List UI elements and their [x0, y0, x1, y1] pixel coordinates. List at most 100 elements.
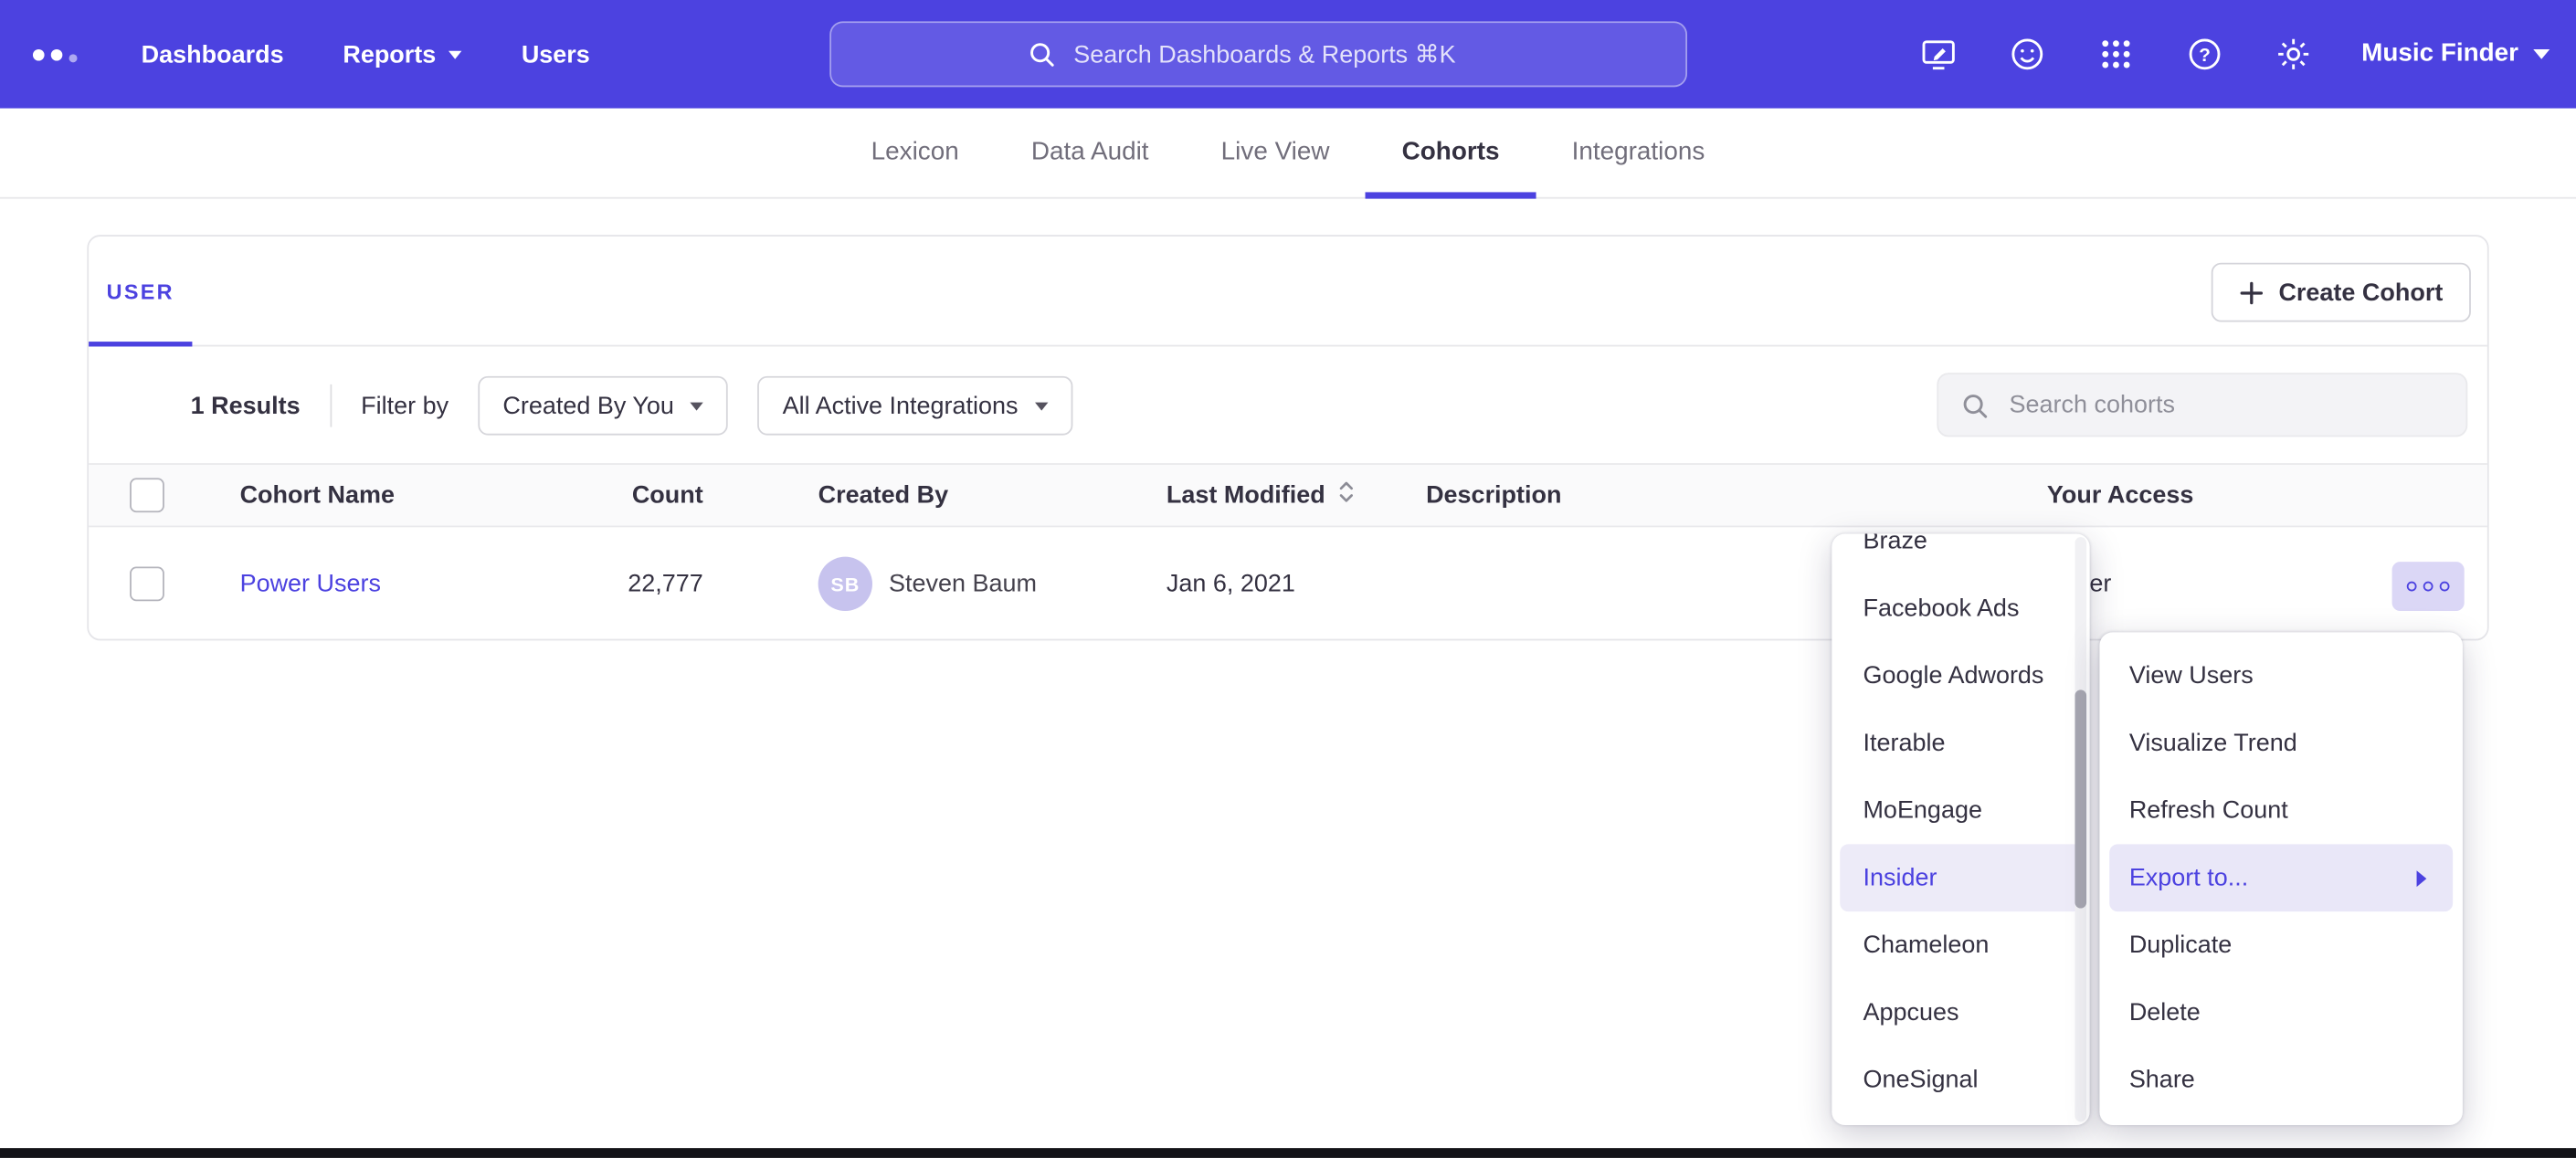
- plus-icon: [2239, 280, 2264, 305]
- global-search-input[interactable]: [1071, 38, 1491, 69]
- apps-grid-button[interactable]: [2096, 33, 2138, 76]
- cohorts-panel: USER Create Cohort 1 Results Filter by C…: [87, 235, 2488, 640]
- created-by-name: Steven Baum: [889, 527, 1037, 640]
- ellipsis-icon: [2423, 582, 2433, 592]
- tab-label: Integrations: [1572, 138, 1705, 167]
- logo-dot: [51, 48, 63, 60]
- menu-item-label: Share: [2129, 1066, 2195, 1094]
- header-created-by: Created By: [818, 465, 948, 526]
- menu-item-braze[interactable]: Braze: [1840, 534, 2081, 575]
- menu-item-share[interactable]: Share: [2109, 1047, 2453, 1114]
- submenu-arrow-icon: [2417, 869, 2427, 886]
- menu-item-google-adwords[interactable]: Google Adwords: [1840, 642, 2081, 710]
- cohort-search-input[interactable]: [2006, 389, 2444, 420]
- feedback-button[interactable]: [2007, 33, 2050, 76]
- help-button[interactable]: ?: [2184, 33, 2227, 76]
- tab-label: Data Audit: [1031, 138, 1149, 167]
- chevron-down-icon: [691, 402, 703, 410]
- select-all-checkbox[interactable]: [130, 478, 164, 512]
- nav-item-label: Reports: [343, 40, 436, 68]
- menu-item-export-to[interactable]: Export to...: [2109, 844, 2453, 911]
- results-count: 1 Results: [191, 392, 301, 420]
- menu-item-label: Chameleon: [1863, 932, 1989, 960]
- nav-item-label: Users: [522, 40, 590, 68]
- create-cohort-button[interactable]: Create Cohort: [2212, 263, 2471, 322]
- menu-item-refresh-count[interactable]: Refresh Count: [2109, 777, 2453, 845]
- header-last-modified[interactable]: Last Modified: [1167, 465, 1355, 526]
- header-your-access: Your Access: [2047, 465, 2193, 526]
- created-by-filter-dropdown[interactable]: Created By You: [478, 376, 728, 436]
- row-actions-button[interactable]: [2392, 562, 2465, 611]
- menu-item-label: Delete: [2129, 998, 2201, 1026]
- navbar-right-cluster: ? Music Finder: [1918, 0, 2550, 109]
- chevron-down-icon: [449, 50, 462, 58]
- gear-icon: [2275, 35, 2314, 74]
- filter-value: Created By You: [502, 392, 673, 420]
- tab-data-audit[interactable]: Data Audit: [995, 109, 1185, 197]
- logo-dot: [69, 53, 78, 61]
- cohort-name-link[interactable]: Power Users: [240, 527, 381, 640]
- menu-item-label: Iterable: [1863, 730, 1945, 758]
- window-bottom-edge: [0, 1148, 2576, 1158]
- cohort-count: 22,777: [549, 527, 703, 640]
- menu-item-insider[interactable]: Insider: [1840, 844, 2081, 911]
- project-switcher[interactable]: Music Finder: [2361, 39, 2550, 68]
- table-header: Cohort Name Count Created By Last Modifi…: [89, 463, 2487, 527]
- menu-item-label: Braze: [1863, 534, 1927, 555]
- menu-item-appcues[interactable]: Appcues: [1840, 979, 2081, 1047]
- integrations-filter-dropdown[interactable]: All Active Integrations: [758, 376, 1072, 436]
- menu-item-label: MoEngage: [1863, 796, 1982, 825]
- cohort-search-bar[interactable]: [1937, 373, 2467, 437]
- menu-item-duplicate[interactable]: Duplicate: [2109, 911, 2453, 979]
- search-icon: [1026, 39, 1055, 68]
- menu-item-label: Appcues: [1863, 998, 1958, 1026]
- nav-item-users[interactable]: Users: [522, 40, 590, 68]
- menu-item-label: Insider: [1863, 864, 1937, 892]
- row-checkbox[interactable]: [130, 566, 164, 601]
- menu-item-view-users[interactable]: View Users: [2109, 642, 2453, 710]
- project-name: Music Finder: [2361, 39, 2518, 68]
- tab-label: Cohorts: [1402, 138, 1500, 167]
- menu-item-label: Duplicate: [2129, 932, 2232, 960]
- menu-item-label: Refresh Count: [2129, 796, 2288, 825]
- svg-text:?: ?: [2200, 45, 2212, 66]
- menu-item-onesignal[interactable]: OneSignal: [1840, 1047, 2081, 1114]
- settings-button[interactable]: [2273, 33, 2316, 76]
- chevron-down-icon: [1035, 402, 1048, 410]
- filter-value: All Active Integrations: [783, 392, 1019, 420]
- tab-integrations[interactable]: Integrations: [1536, 109, 1741, 197]
- app-window: Dashboards Reports Users: [0, 0, 2576, 1158]
- header-cohort-name: Cohort Name: [240, 465, 395, 526]
- menu-item-label: Export to...: [2129, 864, 2248, 892]
- scrollbar-thumb[interactable]: [2075, 690, 2086, 908]
- tab-user-cohorts[interactable]: USER: [89, 237, 192, 346]
- tab-live-view[interactable]: Live View: [1185, 109, 1366, 197]
- header-label: Last Modified: [1167, 481, 1325, 510]
- smiley-icon: [2008, 35, 2047, 74]
- tab-cohorts[interactable]: Cohorts: [1366, 109, 1536, 197]
- divider: [330, 384, 332, 427]
- nav-item-label: Dashboards: [142, 40, 284, 68]
- grid-dots-icon: [2097, 35, 2137, 74]
- nav-item-reports[interactable]: Reports: [343, 40, 462, 68]
- menu-item-visualize-trend[interactable]: Visualize Trend: [2109, 710, 2453, 777]
- global-search-bar[interactable]: [829, 21, 1687, 87]
- section-tabs: Lexicon Data Audit Live View Cohorts Int…: [0, 109, 2576, 199]
- nav-item-dashboards[interactable]: Dashboards: [142, 40, 284, 68]
- tab-lexicon[interactable]: Lexicon: [835, 109, 995, 197]
- menu-item-label: Facebook Ads: [1863, 595, 2019, 623]
- primary-nav: Dashboards Reports Users: [142, 0, 590, 109]
- changelog-button[interactable]: [1918, 33, 1961, 76]
- mixpanel-logo[interactable]: [33, 0, 78, 109]
- menu-item-iterable[interactable]: Iterable: [1840, 710, 2081, 777]
- menu-item-moengage[interactable]: MoEngage: [1840, 777, 2081, 845]
- menu-item-facebook-ads[interactable]: Facebook Ads: [1840, 574, 2081, 642]
- tab-label: Live View: [1221, 138, 1330, 167]
- ellipsis-icon: [2440, 582, 2450, 592]
- top-navbar: Dashboards Reports Users: [0, 0, 2576, 109]
- tab-label: Lexicon: [871, 138, 959, 167]
- sort-icon[interactable]: [1336, 466, 1355, 527]
- menu-item-delete[interactable]: Delete: [2109, 979, 2453, 1047]
- menu-item-chameleon[interactable]: Chameleon: [1840, 911, 2081, 979]
- user-tab-label: USER: [107, 279, 174, 304]
